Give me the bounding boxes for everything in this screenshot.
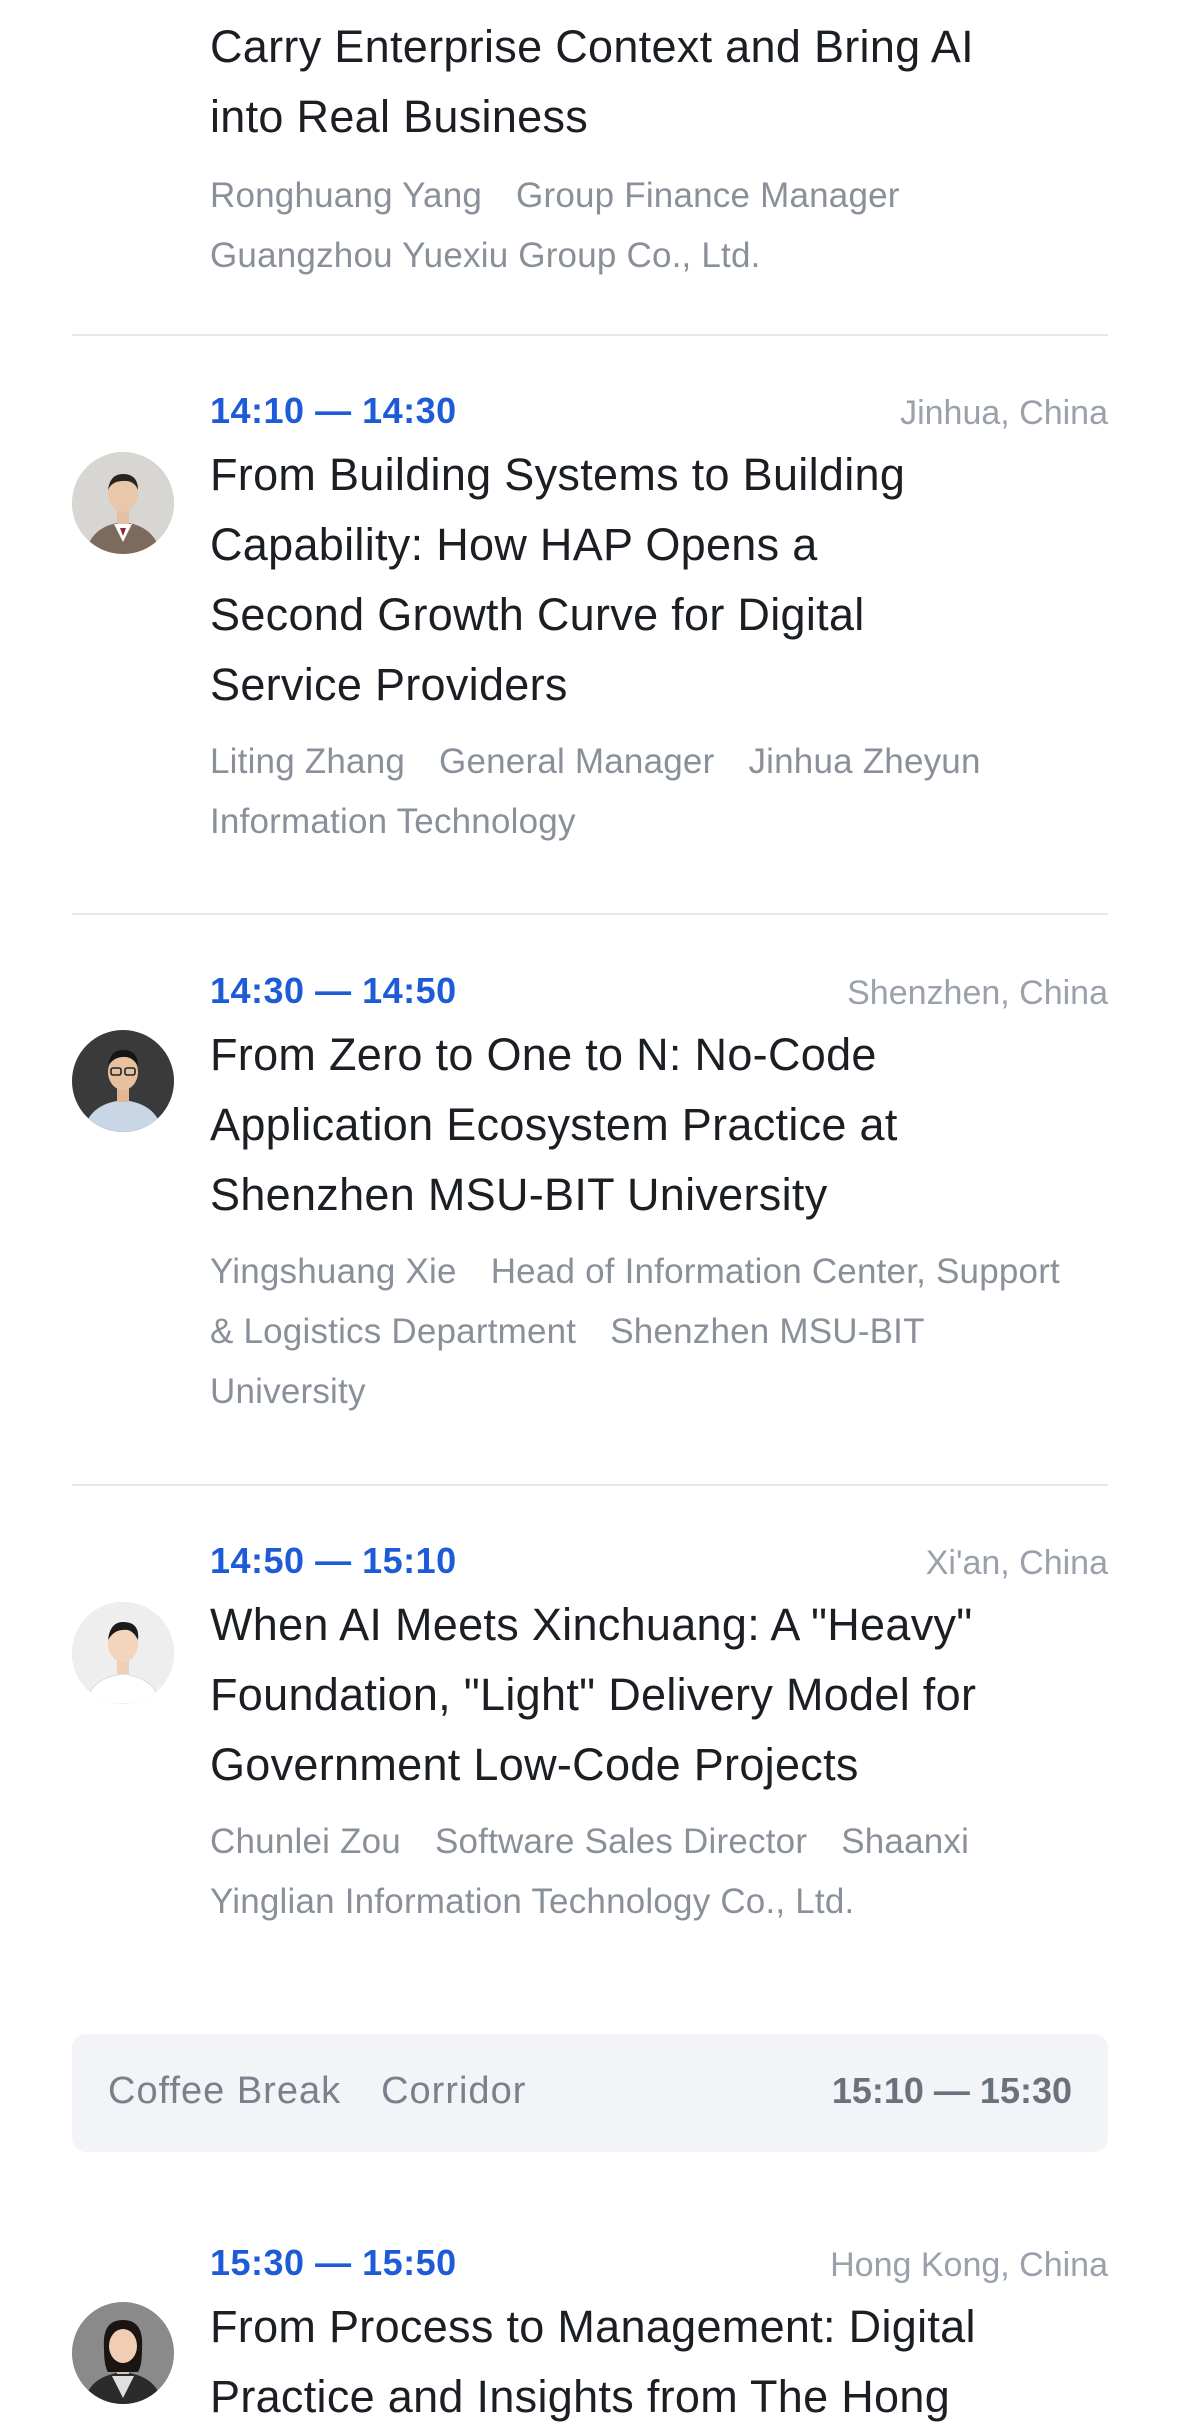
- session-title-line: From Process to Management: Digital: [210, 2301, 976, 2352]
- break-title: Coffee Break: [108, 2070, 342, 2112]
- session-title-line: Second Growth Curve for Digital: [210, 589, 865, 640]
- session-item[interactable]: 14:50 — 15:10 Xi'an, China When AI Meets…: [72, 1540, 1108, 1932]
- session-title-line: Foundation, "Light" Delivery Model for: [210, 1669, 977, 1720]
- speaker-avatar: [72, 1030, 174, 1132]
- session-title: From Building Systems to Building Capabi…: [210, 440, 1068, 720]
- speaker-company: Guangzhou Yuexiu Group Co., Ltd.: [210, 236, 761, 275]
- session-title-line: Service Providers: [210, 659, 568, 710]
- divider: [72, 1484, 1108, 1486]
- speaker-role: Group Finance Manager: [516, 176, 900, 215]
- session-title-line: When AI Meets Xinchuang: A "Heavy": [210, 1599, 973, 1650]
- session-title-line: Shenzhen MSU-BIT University: [210, 1169, 828, 1220]
- session-location: Shenzhen, China: [847, 974, 1108, 1012]
- session-item[interactable]: 14:30 — 14:50 Shenzhen, China From Zero …: [72, 970, 1108, 1422]
- session-title-line: Capability: How HAP Opens a: [210, 519, 818, 570]
- speaker-role: Software Sales Director: [434, 1822, 808, 1861]
- divider: [72, 334, 1108, 336]
- session-title-line: Carry Enterprise Context and Bring AI: [210, 21, 974, 72]
- speaker-name: Ronghuang Yang: [210, 176, 483, 215]
- session-time: 14:10 — 14:30: [210, 390, 457, 431]
- session-item[interactable]: 14:10 — 14:30 Jinhua, China From Buildin…: [72, 390, 1108, 852]
- session-title: From Process to Management: Digital Prac…: [210, 2292, 1068, 2432]
- session-title-line: From Zero to One to N: No-Code: [210, 1029, 877, 1080]
- session-item: Carry Enterprise Context and Bring AI in…: [72, 12, 1108, 286]
- speaker-info: Ronghuang Yang Group Finance Manager Guan…: [210, 166, 1078, 286]
- speaker-name: Yingshuang Xie: [210, 1252, 457, 1291]
- break-time: 15:10 — 15:30: [831, 2070, 1072, 2111]
- session-title: From Zero to One to N: No-Code Applicati…: [210, 1020, 1068, 1230]
- speaker-avatar: [72, 2302, 174, 2404]
- session-time: 14:30 — 14:50: [210, 970, 457, 1011]
- speaker-role: General Manager: [439, 742, 715, 781]
- session-title-line: into Real Business: [210, 91, 589, 142]
- session-time: 14:50 — 15:10: [210, 1540, 457, 1581]
- speaker-name: Chunlei Zou: [210, 1822, 401, 1861]
- session-item[interactable]: 15:30 — 15:50 Hong Kong, China From Proc…: [72, 2242, 1108, 2432]
- session-title: Carry Enterprise Context and Bring AI in…: [210, 12, 1068, 152]
- session-location: Hong Kong, China: [830, 2246, 1108, 2284]
- speaker-avatar: [72, 452, 174, 554]
- session-title-line: Practice and Insights from The Hong: [210, 2371, 951, 2422]
- session-title: When AI Meets Xinchuang: A "Heavy" Found…: [210, 1590, 1068, 1800]
- session-title-line: From Building Systems to Building: [210, 449, 906, 500]
- speaker-info: Yingshuang Xie Head of Information Center…: [210, 1242, 1078, 1422]
- coffee-break-card: Coffee Break Corridor 15:10 — 15:30: [72, 2034, 1108, 2152]
- speaker-name: Liting Zhang: [210, 742, 406, 781]
- break-place: Corridor: [381, 2070, 527, 2112]
- session-title-line: Government Low-Code Projects: [210, 1739, 859, 1790]
- session-title-line: Application Ecosystem Practice at: [210, 1099, 898, 1150]
- session-location: Xi'an, China: [925, 1544, 1108, 1582]
- session-time: 15:30 — 15:50: [210, 2242, 457, 2283]
- divider: [72, 913, 1108, 915]
- speaker-avatar: [72, 1602, 174, 1704]
- speaker-info: Chunlei Zou Software Sales Director Shaanx…: [210, 1812, 1078, 1932]
- coffee-break-label: Coffee Break Corridor: [108, 2070, 526, 2113]
- speaker-info: Liting Zhang General Manager Jinhua Zheyun…: [210, 732, 1078, 852]
- session-location: Jinhua, China: [900, 394, 1108, 432]
